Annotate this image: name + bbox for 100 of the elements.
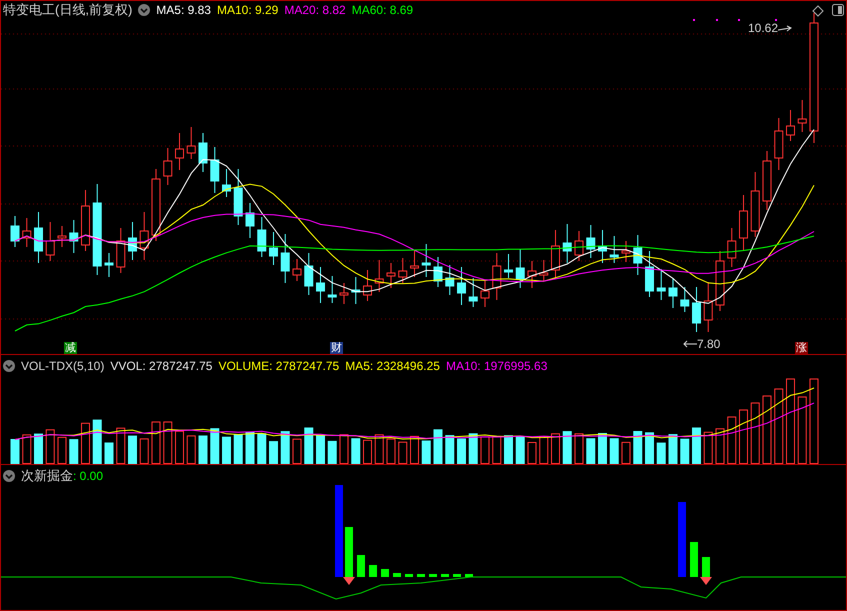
volume-bar [222, 436, 231, 464]
indicator-bar [690, 542, 698, 577]
volume-bar [492, 436, 502, 464]
candlestick [128, 222, 137, 260]
candlestick [716, 250, 724, 312]
volume-bar [81, 422, 90, 464]
candlestick [328, 276, 337, 304]
volume-bar [69, 439, 78, 464]
volume-bar [716, 428, 724, 464]
candlestick [257, 216, 266, 258]
candlestick [539, 260, 548, 282]
volume-bar [727, 416, 736, 464]
volume-bar [186, 435, 196, 464]
candlestick [610, 236, 619, 264]
candlestick [304, 252, 314, 296]
candlestick [410, 250, 419, 278]
volume-bar [762, 396, 772, 464]
ma-reading: MA20: 8.82 [284, 2, 346, 19]
volume-bar [34, 434, 43, 464]
volume-bar [504, 435, 513, 464]
indicator-reading: : 0.00 [73, 468, 104, 485]
volume-bar [46, 429, 55, 464]
indicator-bar [369, 565, 377, 577]
candlestick [292, 258, 302, 282]
candlestick [269, 232, 278, 266]
volume-bar [480, 436, 490, 464]
volume-bar [198, 436, 208, 464]
candlestick [668, 278, 678, 308]
volume-bar [445, 435, 454, 464]
volume-bar [704, 432, 713, 464]
indicator-bar [417, 574, 425, 577]
candlestick [680, 286, 690, 312]
candlestick [445, 264, 454, 296]
volume-bar [516, 436, 525, 464]
volume-bar [680, 438, 690, 464]
stock-title: 特变电工(日线,前复权) [3, 1, 132, 20]
volume-bar [175, 430, 184, 464]
dropdown-icon[interactable] [3, 470, 15, 482]
indicator-bar [357, 555, 365, 577]
volume-bar [398, 442, 408, 464]
candlestick [504, 254, 513, 278]
volume-bar [739, 410, 748, 464]
volume-bar [668, 434, 678, 464]
indicator-bar [441, 574, 449, 577]
volume-bar [22, 434, 32, 464]
indicator-bar [429, 574, 437, 577]
candlestick [46, 222, 55, 262]
volume-bar [351, 438, 360, 464]
candlestick [622, 240, 630, 262]
volume-bar [598, 433, 607, 464]
candlestick [586, 224, 596, 258]
candlestick [704, 282, 713, 332]
candlestick [198, 132, 208, 172]
volume-bar [246, 432, 254, 464]
panel-toggle-icon[interactable] [832, 4, 844, 16]
candlestick [340, 282, 348, 304]
candlestick [562, 224, 572, 264]
candlestick [69, 220, 78, 254]
candlestick [528, 260, 536, 288]
indicator-bar [393, 573, 401, 577]
candlestick [175, 132, 184, 170]
volume-bar [234, 434, 243, 464]
candlestick [116, 228, 126, 274]
volume-bar [434, 429, 442, 464]
candlestick [363, 270, 372, 302]
volume-reading: MA5: 2328496.25 [345, 358, 440, 375]
candlestick [34, 212, 43, 264]
candlestick [351, 276, 360, 304]
volume-bar [304, 428, 314, 464]
volume-bar [422, 440, 431, 464]
candlestick [22, 218, 32, 248]
candlestick [551, 230, 560, 280]
volume-bar [622, 442, 630, 464]
dropdown-icon[interactable] [138, 4, 150, 16]
indicator-bar [405, 574, 413, 577]
candlestick [480, 280, 490, 308]
candlestick [280, 234, 290, 284]
candlestick [58, 226, 66, 248]
candlestick [633, 234, 642, 276]
volume-bar [328, 440, 337, 464]
volume-bar [551, 433, 560, 464]
candlestick [140, 212, 149, 260]
volume-bar [645, 432, 654, 464]
dropdown-icon[interactable] [3, 360, 15, 372]
volume-bar [468, 433, 478, 464]
volume-reading: MA10: 1976995.63 [446, 358, 548, 375]
ma-reading: MA5: 9.83 [156, 2, 211, 19]
volume-bar [280, 431, 290, 464]
candlestick [786, 110, 795, 142]
volume-bar [750, 402, 760, 464]
candlestick [492, 252, 502, 300]
signal-marker: 涨 [795, 342, 808, 354]
indicator-title: VOL-TDX(5,10) [21, 358, 104, 375]
candlestick [374, 260, 384, 292]
candlestick [457, 266, 466, 306]
volume-bar [656, 442, 666, 464]
candlestick [234, 168, 243, 226]
candlestick [246, 202, 254, 238]
volume-bar [633, 431, 642, 464]
candlestick [316, 266, 325, 304]
